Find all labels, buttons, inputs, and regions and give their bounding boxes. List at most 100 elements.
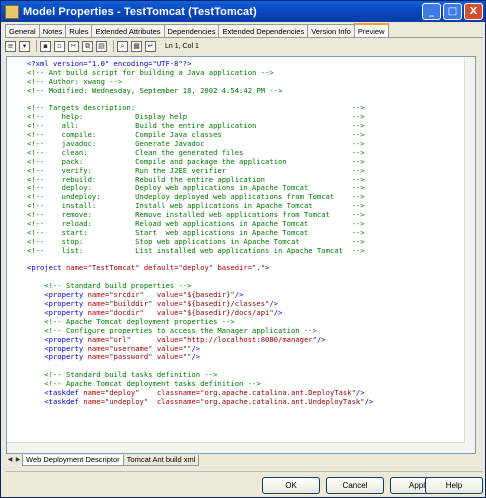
code-token: <project xyxy=(27,263,66,273)
code-token: <!-- Apache Tomcat deployment properties… xyxy=(27,316,235,326)
code-token: name xyxy=(87,290,105,300)
code-token: <property xyxy=(27,307,88,317)
code-token: ="url" xyxy=(104,334,157,344)
ok-button[interactable]: OK xyxy=(262,477,320,494)
code-token: /> xyxy=(191,352,201,362)
tab-dependencies[interactable]: Dependencies xyxy=(163,24,220,37)
print-icon[interactable]: ▫ xyxy=(54,40,65,52)
code-token: name xyxy=(87,299,105,309)
code-token: classname xyxy=(156,396,196,406)
code-token: <!-- Apache Tomcat deployment tasks defi… xyxy=(27,379,261,389)
code-token: <!-- Standard build tasks definition --> xyxy=(27,370,218,380)
tab-extended-attributes[interactable]: Extended Attributes xyxy=(91,24,165,37)
code-token: <!-- Standard build properties --> xyxy=(27,281,192,291)
code-token: name xyxy=(87,307,105,317)
tab-version-info[interactable]: Version Info xyxy=(307,24,355,37)
code-token: ="${basedir}/docs/api" xyxy=(178,307,274,317)
code-token: /> xyxy=(273,307,283,317)
toolbar-separator xyxy=(36,40,37,52)
code-token: name xyxy=(83,387,101,397)
code-token: <!-- rebuild: Rebuild the entire applica… xyxy=(27,174,365,184)
code-token: <taskdef xyxy=(27,387,84,397)
code-token: ="builddir" xyxy=(104,299,157,309)
menu-icon[interactable]: ≡ xyxy=(5,40,16,52)
tab-notes[interactable]: Notes xyxy=(38,24,67,37)
code-line: <property name="password" value=""/> xyxy=(27,352,373,362)
divider xyxy=(5,471,483,472)
code-token: /> xyxy=(355,387,365,397)
vertical-scrollbar[interactable] xyxy=(464,57,475,453)
code-token: ="${basedir}" xyxy=(178,290,235,300)
title-bar[interactable]: Model Properties - TestTomcat (TestTomca… xyxy=(1,1,485,22)
cut-icon[interactable]: ✂ xyxy=(68,40,79,52)
close-button[interactable]: X xyxy=(464,3,483,20)
code-token: value xyxy=(156,299,179,309)
code-token: ="undeploy" xyxy=(100,396,157,406)
tab-scroll-left-icon[interactable]: ◀ xyxy=(6,455,14,465)
code-content: <?xml version="1.0" encoding="UTF-8"?> <!… xyxy=(27,59,373,407)
minimize-button[interactable]: _ xyxy=(422,3,441,20)
code-token: value xyxy=(156,343,179,353)
copy-icon[interactable]: ⧉ xyxy=(82,40,93,52)
horizontal-scrollbar[interactable] xyxy=(7,442,465,453)
code-token: <!-- install: Install web applications i… xyxy=(27,201,365,211)
save-icon[interactable]: ▪ xyxy=(40,40,51,52)
view-icon[interactable]: ▦ xyxy=(131,40,142,52)
code-token: value xyxy=(156,352,179,362)
find-icon[interactable]: ⌕ xyxy=(117,40,128,52)
code-token: ="http://localhost:8080/manager" xyxy=(178,334,317,344)
cancel-button[interactable]: Cancel xyxy=(326,477,384,494)
code-token: <!-- remove: Remove installed web applic… xyxy=(27,210,365,220)
code-token: name xyxy=(87,334,105,344)
code-token: name xyxy=(87,343,105,353)
maximize-button[interactable]: □ xyxy=(443,3,462,20)
code-token: <!-- deploy: Deploy web applications in … xyxy=(27,183,365,193)
tab-general[interactable]: General xyxy=(5,24,40,37)
code-token: <!-- Ant build script for building a Jav… xyxy=(27,67,274,77)
code-token: /> xyxy=(191,343,201,353)
tab-rules[interactable]: Rules xyxy=(65,24,93,37)
code-token: ="" xyxy=(178,352,192,362)
code-token: value xyxy=(156,334,179,344)
toolbar-separator xyxy=(113,40,114,52)
code-token: ="password" xyxy=(104,352,157,362)
code-token: name xyxy=(87,352,105,362)
code-token: <!-- stop: Stop web applications in Apac… xyxy=(27,236,365,246)
tab-extended-dependencies[interactable]: Extended Dependencies xyxy=(218,24,309,37)
tab-scroll-right-icon[interactable]: ▶ xyxy=(14,455,22,465)
code-line: <!-- list: List installed web applicatio… xyxy=(27,245,373,256)
help-button[interactable]: Help xyxy=(425,477,483,494)
tab-web-deployment-descriptor[interactable]: Web Deployment Descriptor xyxy=(22,455,124,466)
dropdown-icon[interactable]: ▾ xyxy=(19,40,30,52)
code-token: default xyxy=(143,263,175,273)
code-token: <!-- all: Build the entire application -… xyxy=(27,121,365,131)
code-token: ="docdir" xyxy=(104,307,157,317)
goto-icon[interactable]: ↵ xyxy=(145,40,156,52)
code-token: name xyxy=(83,396,101,406)
code-token: ="${basedir}/classes" xyxy=(178,299,270,309)
code-token: <!-- help: Display help --> xyxy=(27,112,365,122)
code-token: value xyxy=(156,307,179,317)
code-token: <property xyxy=(27,343,88,353)
code-token: <!-- pack: Compile and package the appli… xyxy=(27,156,365,166)
code-token: <property xyxy=(27,299,88,309)
tab-tomcat-ant-build[interactable]: Tomcat Ant build xml xyxy=(122,455,200,466)
paste-icon[interactable]: ▤ xyxy=(96,40,107,52)
cursor-position: Ln 1, Col 1 xyxy=(165,42,199,50)
code-token: <!-- clean: Clean the generated files --… xyxy=(27,147,365,157)
code-token: <!-- list: List installed web applicatio… xyxy=(27,245,365,255)
tab-preview[interactable]: Preview xyxy=(353,23,389,37)
code-token: ="." xyxy=(247,263,266,273)
model-properties-window: Model Properties - TestTomcat (TestTomca… xyxy=(0,0,486,498)
code-token: <!-- javadoc: Generate Javadoc --> xyxy=(27,139,365,149)
code-token: <taskdef xyxy=(27,396,84,406)
code-editor[interactable]: <?xml version="1.0" encoding="UTF-8"?> <!… xyxy=(6,56,476,454)
code-token: <property xyxy=(27,290,88,300)
code-token: /> xyxy=(234,290,244,300)
code-token: <!-- Configure properties to access the … xyxy=(27,325,317,335)
code-token: name xyxy=(65,263,84,273)
code-line: <!-- Modified: Wednesday, September 18, … xyxy=(27,86,373,96)
code-token: <!-- undeploy: Undeploy deployed web app… xyxy=(27,192,365,202)
code-token: <property xyxy=(27,334,88,344)
code-token: ="deploy" xyxy=(174,263,218,273)
